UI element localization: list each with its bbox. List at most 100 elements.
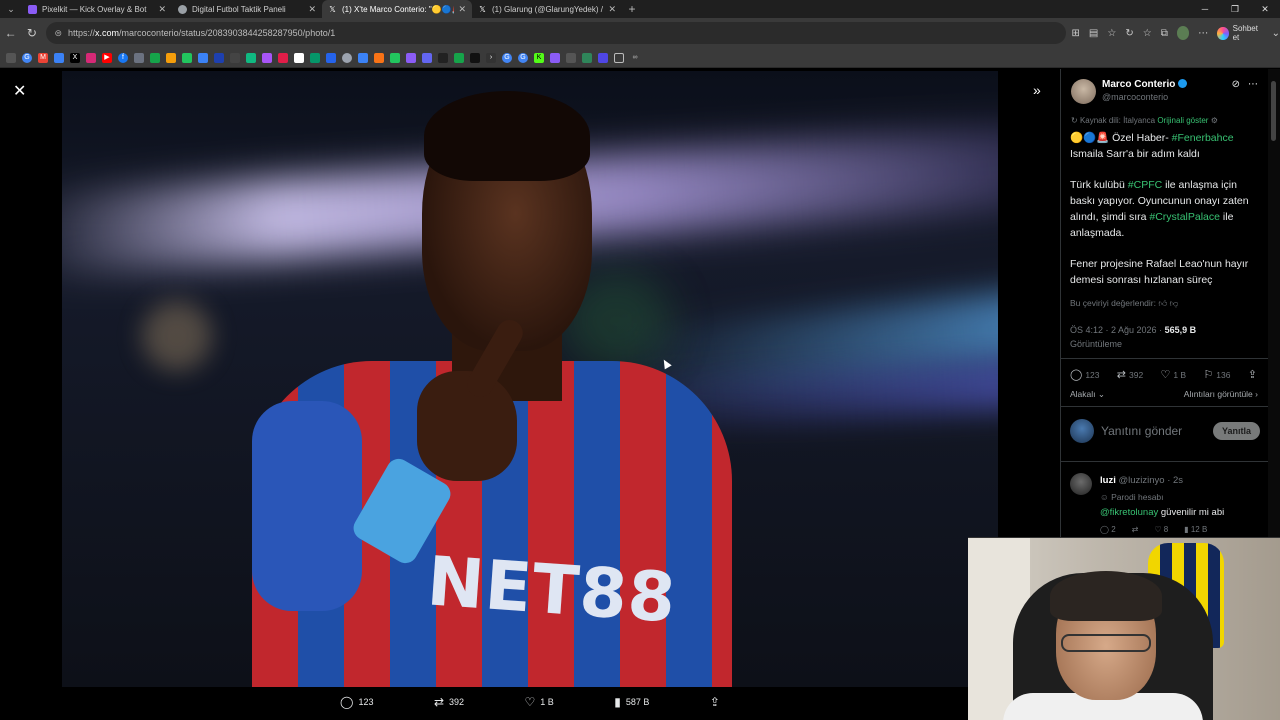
scrollbar-thumb[interactable] xyxy=(1271,81,1276,141)
tweet-author[interactable]: Marco Conterio @marcoconterio xyxy=(1071,79,1188,104)
google-icon[interactable]: G xyxy=(502,52,512,63)
bookmark-icon[interactable] xyxy=(230,52,240,63)
close-icon[interactable]: ✕ xyxy=(13,81,26,101)
bookmark-icon[interactable] xyxy=(342,52,352,63)
back-icon[interactable]: ← xyxy=(0,26,21,40)
settings-icon[interactable]: ⚙ xyxy=(1211,116,1218,125)
bookmark-icon[interactable] xyxy=(182,52,192,63)
bookmark-icon[interactable] xyxy=(582,52,592,63)
maximize-icon[interactable]: ❐ xyxy=(1220,0,1250,18)
more-options-icon[interactable]: ⋯ xyxy=(1248,79,1258,90)
tab-x-marco-conterio[interactable]: 𝕏 (1) X'te Marco Conterio: "🟡🔵🚨 Özel Hab… xyxy=(322,0,472,18)
address-bar[interactable]: ⊜ https://x.com/marcoconterio/status/208… xyxy=(46,22,1066,44)
reply-button[interactable]: ◯ 123 xyxy=(340,695,373,709)
hashtag-link[interactable]: #CPFC xyxy=(1128,179,1162,191)
reply-tweet[interactable]: luzi @luzizinyo · 2s ☺ Parodi hesabı @fi… xyxy=(1070,473,1265,534)
author-handle[interactable]: @marcoconterio xyxy=(1102,92,1187,102)
folder-icon[interactable] xyxy=(614,52,624,63)
instagram-icon[interactable] xyxy=(86,52,96,63)
author-avatar[interactable] xyxy=(1071,79,1096,104)
tweet-timestamp[interactable]: ÖS 4:12 · 2 Ağu 2026 · xyxy=(1070,325,1165,335)
repost-button[interactable]: ⇄ 392 xyxy=(434,695,464,709)
youtube-icon[interactable]: ▶ xyxy=(102,52,112,63)
bookmark-icon[interactable] xyxy=(438,52,448,63)
reply-input[interactable]: Yanıtını gönder xyxy=(1101,424,1213,438)
reply-like-button[interactable]: ♡ 8 xyxy=(1154,525,1168,534)
bookmark-icon[interactable] xyxy=(134,52,144,63)
google-icon[interactable]: G xyxy=(22,52,32,63)
gmail-icon[interactable]: M xyxy=(38,52,48,63)
link-icon[interactable]: ∞ xyxy=(630,53,640,63)
thumbs-up-icon[interactable]: 👍︎ xyxy=(1158,298,1167,308)
reply-repost-button[interactable]: ⇄ xyxy=(1132,525,1139,534)
expand-icon[interactable]: ⌄ xyxy=(1272,28,1280,39)
favorites-icon[interactable]: ☆ xyxy=(1143,28,1152,39)
collapse-panel-icon[interactable]: » xyxy=(1033,82,1041,98)
refresh-extension-icon[interactable]: ↻ xyxy=(1125,28,1133,39)
chat-button[interactable]: Sohbet et xyxy=(1217,24,1262,42)
more-menu-icon[interactable]: ⋯ xyxy=(1198,28,1208,39)
bookmark-icon[interactable] xyxy=(454,52,464,63)
bookmark-icon[interactable] xyxy=(598,52,608,63)
bookmark-icon[interactable] xyxy=(550,52,560,63)
reload-icon[interactable]: ↻ xyxy=(21,26,42,40)
author-name[interactable]: Marco Conterio xyxy=(1102,79,1175,90)
bookmark-icon[interactable] xyxy=(198,52,208,63)
bookmark-icon[interactable] xyxy=(214,52,224,63)
bookmark-icon[interactable] xyxy=(470,52,480,63)
bookmark-icon[interactable] xyxy=(326,52,336,63)
close-window-icon[interactable]: ✕ xyxy=(1250,0,1280,18)
facebook-icon[interactable]: f xyxy=(118,52,128,63)
new-tab-icon[interactable]: + xyxy=(622,2,642,16)
kick-icon[interactable]: K xyxy=(534,52,544,63)
thumbs-down-icon[interactable]: 👎︎ xyxy=(1170,298,1179,308)
reply-author-handle[interactable]: @luzizinyo · 2s xyxy=(1118,475,1183,486)
bookmark-icon[interactable] xyxy=(358,52,368,63)
views-button[interactable]: ▮ 587 B xyxy=(614,695,649,709)
view-quotes-link[interactable]: Alıntıları görüntüle › xyxy=(1184,389,1258,399)
share-stat[interactable]: ⇪ xyxy=(1248,368,1260,381)
repost-stat[interactable]: ⇄ 392 xyxy=(1117,368,1143,381)
close-tab-icon[interactable]: ✕ xyxy=(458,4,466,15)
bookmark-icon[interactable] xyxy=(566,52,576,63)
bookmark-icon[interactable] xyxy=(166,52,176,63)
reply-stat[interactable]: ◯ 123 xyxy=(1070,368,1100,381)
share-button[interactable]: ⇪ xyxy=(710,695,720,709)
profile-avatar[interactable] xyxy=(1176,26,1190,40)
reply-author-name[interactable]: luzi xyxy=(1100,475,1116,486)
bookmark-icon[interactable] xyxy=(150,52,160,63)
bookmark-icon[interactable] xyxy=(374,52,384,63)
tab-search-icon[interactable]: ⌄ xyxy=(0,0,22,18)
site-info-icon[interactable]: ⊜ xyxy=(54,28,62,39)
bookmark-icon[interactable] xyxy=(406,52,416,63)
bookmark-icon[interactable] xyxy=(278,52,288,63)
reply-views-button[interactable]: ▮ 12 B xyxy=(1184,525,1207,534)
close-tab-icon[interactable]: ✕ xyxy=(608,4,616,15)
mention-link[interactable]: @fikretolunay xyxy=(1100,507,1158,518)
tab-x-glarung[interactable]: 𝕏 (1) Glarung (@GlarungYedek) / X ✕ xyxy=(472,0,622,18)
bookmark-stat[interactable]: ⚐ 136 xyxy=(1203,368,1230,381)
google-icon[interactable]: G xyxy=(518,52,528,63)
close-tab-icon[interactable]: ✕ xyxy=(308,4,316,15)
hashtag-link[interactable]: #Fenerbahce xyxy=(1172,132,1234,144)
sort-replies-dropdown[interactable]: Alakalı ⌄ xyxy=(1070,389,1105,400)
bookmark-icon[interactable] xyxy=(6,52,16,63)
show-original-link[interactable]: Orijinali göster xyxy=(1157,116,1208,125)
bookmark-icon[interactable] xyxy=(246,52,256,63)
bookmark-icon[interactable] xyxy=(422,52,432,63)
hashtag-link[interactable]: #CrystalPalace xyxy=(1149,211,1220,223)
apps-icon[interactable]: ⊞ xyxy=(1072,28,1080,39)
bookmark-icon[interactable] xyxy=(390,52,400,63)
minimize-icon[interactable]: ─ xyxy=(1190,0,1220,18)
bookmark-icon[interactable]: › xyxy=(486,52,496,63)
collections-icon[interactable]: ⧉ xyxy=(1161,28,1168,39)
tab-taktik-paneli[interactable]: Digital Futbol Taktik Paneli ✕ xyxy=(172,0,322,18)
bookmark-icon[interactable] xyxy=(294,52,304,63)
bookmark-icon[interactable] xyxy=(54,52,64,63)
close-tab-icon[interactable]: ✕ xyxy=(158,4,166,15)
like-stat[interactable]: ♡ 1 B xyxy=(1160,368,1186,381)
bookmark-star-icon[interactable]: ☆ xyxy=(1107,28,1116,39)
reply-submit-button[interactable]: Yanıtla xyxy=(1212,422,1260,440)
like-button[interactable]: ♡ 1 B xyxy=(525,695,554,709)
bookmark-icon[interactable] xyxy=(262,52,272,63)
